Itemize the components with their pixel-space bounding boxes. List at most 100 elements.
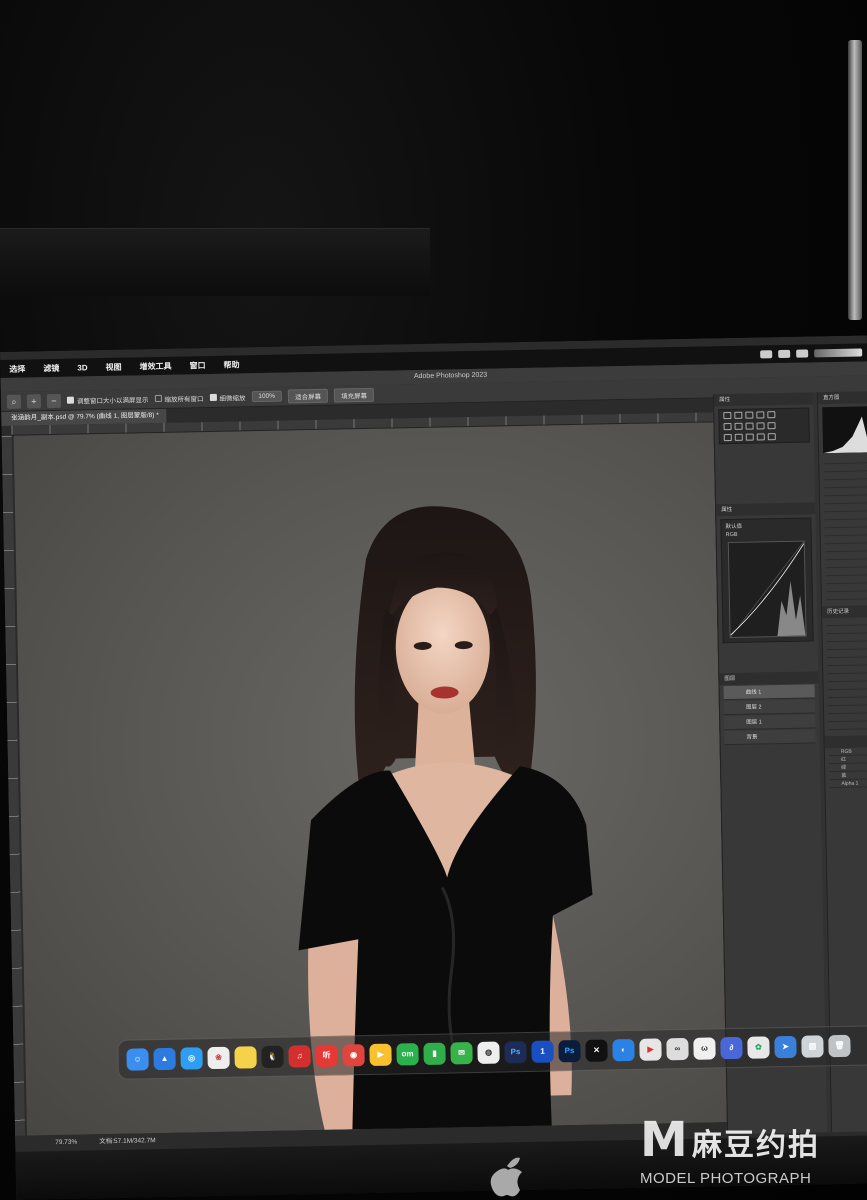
scrubby-zoom-option[interactable]: 细微缩放 [209, 392, 246, 403]
meeting-icon[interactable]: ∂ [720, 1036, 743, 1060]
apple-logo [490, 1157, 522, 1197]
menu-view[interactable]: 视图 [96, 361, 130, 373]
hue-icon[interactable] [723, 422, 732, 431]
battery-icon[interactable] [814, 348, 863, 358]
threshold-icon[interactable] [745, 433, 754, 441]
finder-2-icon[interactable]: ∞ [666, 1037, 689, 1061]
downloads-icon[interactable]: ▤ [801, 1035, 824, 1058]
menu-select[interactable]: 选择 [0, 363, 34, 375]
posterize-icon[interactable] [734, 433, 743, 441]
checkbox-icon[interactable] [66, 396, 75, 404]
layer-row[interactable]: 曲线 1 [723, 684, 815, 701]
layer-list-row[interactable] [825, 590, 867, 601]
fill-screen-button[interactable]: 填充屏幕 [333, 387, 375, 403]
fit-screen-button[interactable]: 适合屏幕 [287, 388, 329, 403]
bw-icon[interactable] [745, 422, 754, 430]
curves-icon[interactable] [745, 411, 754, 419]
om-icon[interactable]: om [396, 1043, 419, 1066]
resize-windows-label: 调整窗口大小以满屏显示 [76, 396, 149, 406]
canvas[interactable] [13, 422, 727, 1136]
status-icon[interactable] [760, 350, 773, 359]
watermark-english: MODEL PHOTOGRAPH [640, 1170, 812, 1187]
ting-icon[interactable]: 听 [315, 1044, 338, 1068]
adjustment-icons [720, 430, 809, 443]
tab-label: 直方图 [822, 394, 840, 402]
menu-window[interactable]: 窗口 [180, 359, 214, 371]
wechat-icon[interactable]: ✉ [450, 1042, 473, 1065]
checkbox-icon[interactable] [154, 394, 162, 403]
watermark-logo: M [640, 1112, 688, 1168]
checkbox-icon[interactable] [209, 393, 217, 401]
photoshop-icon[interactable]: Ps [558, 1039, 581, 1063]
document-size: 文档:57.1M/342.7M [99, 1137, 156, 1146]
curves-graph[interactable] [727, 540, 807, 639]
panel-column-1: 属性 属性 默认值 RGB 图层 曲线 1 图层 2 图层 1 背景 [712, 392, 828, 1135]
safari-icon[interactable]: ◎ [180, 1047, 203, 1070]
photo-filter-icon[interactable] [756, 422, 765, 430]
curves-channel[interactable]: RGB [722, 530, 811, 538]
menu-3d[interactable]: 3D [68, 363, 96, 373]
chrome-icon[interactable]: ◍ [477, 1041, 500, 1064]
mixer-icon[interactable] [767, 422, 776, 430]
histogram-tab[interactable]: 直方图 [817, 390, 867, 405]
launchpad-icon[interactable]: ▲ [153, 1047, 176, 1071]
history-row[interactable] [828, 720, 867, 731]
menu-plugins[interactable]: 增效工具 [130, 360, 180, 372]
adjustments-panel [718, 407, 810, 445]
right-panels: 属性 属性 默认值 RGB 图层 曲线 1 图层 2 图层 1 背景 直方图 历… [712, 390, 867, 1135]
siri-icon[interactable]: ω [693, 1037, 716, 1060]
layer-row[interactable]: 背景 [724, 729, 816, 746]
finder-icon[interactable]: ☺ [126, 1048, 149, 1071]
color-balance-icon[interactable] [734, 422, 743, 430]
tab-label: 历史记录 [827, 608, 850, 616]
exposure-icon[interactable] [756, 411, 765, 419]
settings-icon[interactable]: ✿ [747, 1036, 770, 1059]
music-icon[interactable]: ♫ [288, 1045, 311, 1068]
brightness-icon[interactable] [723, 411, 732, 420]
qq-icon[interactable]: 🐧 [261, 1045, 284, 1069]
tab-label: 属性 [721, 506, 733, 514]
screen: 选择 滤镜 3D 视图 增效工具 窗口 帮助 Adobe Photoshop 2… [0, 335, 867, 1200]
channels-tab[interactable] [824, 734, 867, 749]
properties-tab[interactable]: 属性 [716, 502, 816, 517]
notes-icon[interactable] [234, 1046, 257, 1069]
weibo-icon[interactable]: ◉ [342, 1044, 365, 1067]
onepassword-icon[interactable]: 1 [531, 1040, 554, 1063]
prefs-icon[interactable]: ➤ [774, 1035, 797, 1059]
vibrance-icon[interactable] [767, 411, 776, 419]
pdf-icon[interactable]: ▶ [639, 1038, 662, 1061]
zoom-level[interactable]: 79.73% [55, 1135, 77, 1151]
history-tab[interactable]: 历史记录 [822, 604, 867, 619]
trash-icon[interactable]: 🗑 [828, 1034, 851, 1058]
zoom-all-option[interactable]: 缩放所有窗口 [154, 393, 204, 404]
resize-windows-option[interactable]: 调整窗口大小以满屏显示 [66, 394, 149, 406]
status-icon[interactable] [778, 349, 791, 359]
capcut-icon[interactable]: ✕ [585, 1039, 608, 1062]
light-stand-pole [848, 40, 862, 320]
layer-row[interactable]: 图层 1 [724, 714, 816, 731]
photos-icon[interactable]: ❀ [207, 1046, 230, 1070]
menu-help[interactable]: 帮助 [214, 359, 248, 371]
gradient-map-icon[interactable] [756, 433, 765, 441]
photoshop-beta-icon[interactable]: Ps [504, 1041, 527, 1064]
selective-color-icon[interactable] [767, 433, 776, 441]
invert-icon[interactable] [723, 433, 732, 442]
status-icon[interactable] [796, 349, 809, 358]
numbers-icon[interactable]: ▮ [423, 1042, 446, 1065]
levels-icon[interactable] [734, 411, 743, 419]
keynote-icon[interactable]: ◐ [612, 1038, 635, 1062]
curves-properties: 默认值 RGB [720, 517, 814, 644]
menu-filter[interactable]: 滤镜 [34, 362, 68, 374]
zoom-out-icon[interactable]: − [46, 393, 62, 408]
zoom-in-icon[interactable]: + [26, 393, 42, 408]
scrubby-zoom-label: 细微缩放 [219, 394, 246, 403]
histogram [822, 405, 867, 454]
histogram-svg [823, 412, 867, 454]
video-icon[interactable]: ▶ [369, 1043, 392, 1067]
adjustments-tab[interactable]: 属性 [713, 392, 814, 407]
layers-tab[interactable]: 图层 [719, 671, 819, 686]
zoom-tool-icon[interactable]: ⌕ [6, 394, 22, 409]
zoom-100-button[interactable]: 100% [251, 390, 283, 403]
channel-row[interactable]: Alpha 1 [829, 778, 867, 789]
layer-row[interactable]: 图层 2 [723, 699, 816, 716]
